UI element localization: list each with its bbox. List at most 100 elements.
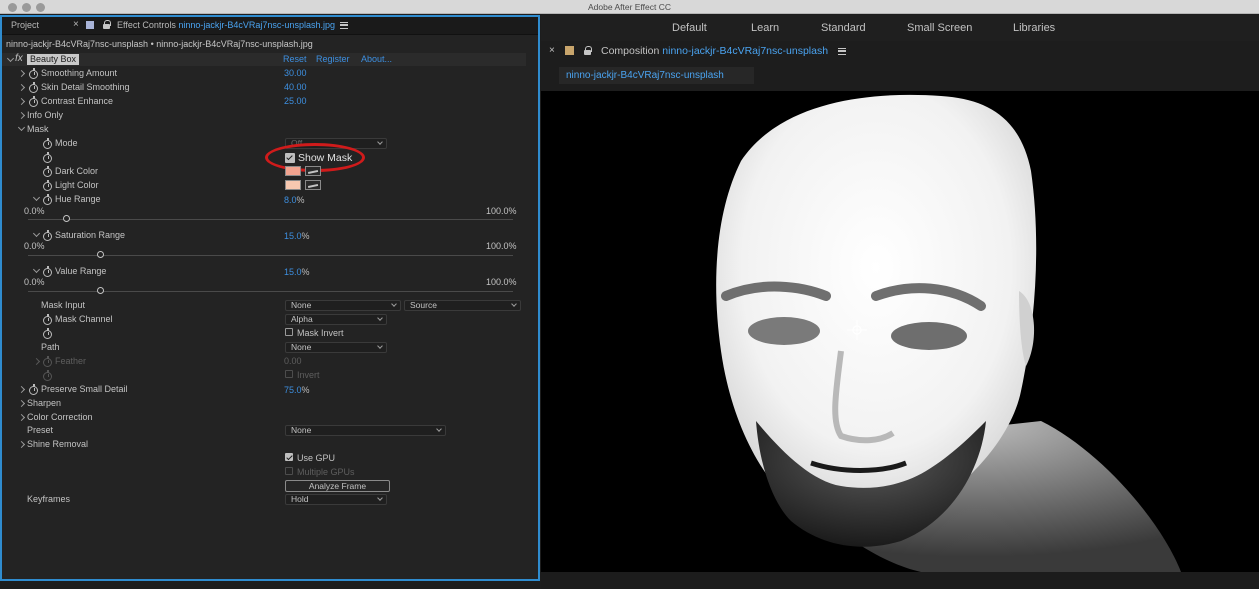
hue-range-max-label: 100.0% bbox=[486, 206, 517, 216]
composition-flow-tab[interactable]: ninno-jackjr-B4cVRaj7nsc-unsplash bbox=[559, 67, 754, 84]
twirl-value-range-icon[interactable] bbox=[33, 268, 41, 276]
hue-range-readout[interactable]: 8.0% bbox=[284, 194, 305, 206]
effect-twirl-chevron-icon[interactable] bbox=[7, 57, 15, 65]
workspace-small-screen[interactable]: Small Screen bbox=[907, 22, 972, 34]
info-only-label[interactable]: Info Only bbox=[27, 110, 63, 120]
dark-color-swatch[interactable] bbox=[285, 166, 301, 176]
stopwatch-icon[interactable] bbox=[43, 266, 52, 277]
hue-range-label: Hue Range bbox=[55, 194, 101, 204]
preserve-small-detail-readout[interactable]: 75.0% bbox=[284, 384, 310, 396]
twirl-color-correction-icon[interactable] bbox=[18, 414, 26, 422]
composition-viewer[interactable] bbox=[541, 91, 1259, 572]
hue-range-slider-knob[interactable] bbox=[62, 215, 70, 222]
twirl-smoothing-amount-icon[interactable] bbox=[18, 70, 26, 78]
stopwatch-icon[interactable] bbox=[43, 152, 52, 163]
stopwatch-icon[interactable] bbox=[29, 68, 38, 79]
workspace-learn[interactable]: Learn bbox=[751, 22, 779, 34]
chevron-down-icon bbox=[377, 139, 383, 145]
fx-icon[interactable]: fx bbox=[15, 53, 23, 64]
value-range-value: 15.0 bbox=[284, 267, 302, 277]
mask-invert-checkbox[interactable] bbox=[285, 328, 293, 336]
mask-channel-label: Mask Channel bbox=[55, 314, 113, 324]
mask-input-label: Mask Input bbox=[41, 300, 86, 310]
preset-dropdown[interactable]: None bbox=[285, 425, 446, 436]
saturation-range-slider-knob[interactable] bbox=[96, 251, 104, 258]
feather-value: 0.00 bbox=[284, 356, 302, 366]
effect-controls-panel: Project × Effect Controls ninno-jackjr-B… bbox=[0, 15, 540, 581]
analyze-frame-button[interactable]: Analyze Frame bbox=[285, 480, 390, 492]
value-range-readout[interactable]: 15.0% bbox=[284, 266, 310, 278]
hue-range-slider-track[interactable] bbox=[28, 219, 513, 220]
close-composition-tab-icon[interactable]: × bbox=[549, 45, 555, 56]
register-link[interactable]: Register bbox=[316, 54, 350, 64]
twirl-saturation-range-icon[interactable] bbox=[33, 232, 41, 240]
preserve-small-detail-label: Preserve Small Detail bbox=[41, 384, 128, 394]
twirl-preserve-icon[interactable] bbox=[18, 386, 26, 394]
value-range-slider-knob[interactable] bbox=[96, 287, 104, 294]
light-color-swatch[interactable] bbox=[285, 180, 301, 190]
stopwatch-icon[interactable] bbox=[29, 384, 38, 395]
lock-icon[interactable] bbox=[103, 20, 111, 29]
about-link[interactable]: About... bbox=[361, 54, 392, 64]
twirl-hue-range-icon[interactable] bbox=[33, 196, 41, 204]
use-gpu-label[interactable]: Use GPU bbox=[297, 453, 335, 463]
chevron-down-icon bbox=[391, 301, 397, 307]
saturation-range-readout[interactable]: 15.0% bbox=[284, 230, 310, 242]
close-project-tab-icon[interactable]: × bbox=[73, 19, 79, 30]
twirl-info-only-icon[interactable] bbox=[18, 112, 26, 120]
twirl-mask-icon[interactable] bbox=[18, 126, 26, 134]
stopwatch-icon[interactable] bbox=[43, 138, 52, 149]
path-dropdown[interactable]: None bbox=[285, 342, 387, 353]
eyedropper-icon[interactable] bbox=[305, 180, 321, 190]
eyedropper-icon[interactable] bbox=[305, 166, 321, 176]
contrast-enhance-value[interactable]: 25.00 bbox=[284, 96, 307, 106]
mask-source-value: Source bbox=[410, 300, 437, 310]
feather-label: Feather bbox=[55, 356, 87, 366]
shine-removal-label[interactable]: Shine Removal bbox=[27, 439, 88, 449]
stopwatch-icon[interactable] bbox=[29, 82, 38, 93]
composition-title[interactable]: Composition ninno-jackjr-B4cVRaj7nsc-uns… bbox=[601, 45, 828, 57]
stopwatch-icon[interactable] bbox=[43, 230, 52, 241]
smoothing-amount-value[interactable]: 30.00 bbox=[284, 68, 307, 78]
stopwatch-icon[interactable] bbox=[43, 314, 52, 325]
stopwatch-icon[interactable] bbox=[43, 194, 52, 205]
tab-effect-controls[interactable]: Effect Controls ninno-jackjr-B4cVRaj7nsc… bbox=[117, 20, 335, 30]
twirl-contrast-icon[interactable] bbox=[18, 98, 26, 106]
workspace-standard[interactable]: Standard bbox=[821, 22, 866, 34]
mask-channel-dropdown[interactable]: Alpha bbox=[285, 314, 387, 325]
composition-menu-icon[interactable] bbox=[838, 48, 846, 55]
use-gpu-checkbox[interactable] bbox=[285, 453, 293, 461]
keyframes-dropdown[interactable]: Hold bbox=[285, 494, 387, 505]
twirl-sharpen-icon[interactable] bbox=[18, 400, 26, 408]
stopwatch-icon[interactable] bbox=[43, 166, 52, 177]
panel-color-swatch-icon bbox=[86, 21, 94, 29]
workspace-default[interactable]: Default bbox=[672, 22, 707, 34]
color-correction-label[interactable]: Color Correction bbox=[27, 412, 93, 422]
stopwatch-icon[interactable] bbox=[43, 180, 52, 191]
mask-input-dropdown[interactable]: None bbox=[285, 300, 401, 311]
workspace-bar: Default Learn Standard Small Screen Libr… bbox=[541, 15, 1259, 41]
mask-invert-label[interactable]: Mask Invert bbox=[297, 328, 344, 338]
effect-name[interactable]: Beauty Box bbox=[27, 54, 80, 65]
skin-detail-value[interactable]: 40.00 bbox=[284, 82, 307, 92]
reset-link[interactable]: Reset bbox=[283, 54, 307, 64]
show-mask-label[interactable]: Show Mask bbox=[298, 152, 352, 164]
stopwatch-icon[interactable] bbox=[43, 328, 52, 339]
tab-effect-controls-label: Effect Controls bbox=[117, 20, 176, 30]
twirl-skin-detail-icon[interactable] bbox=[18, 84, 26, 92]
show-mask-checkbox[interactable] bbox=[285, 153, 295, 163]
stopwatch-icon[interactable] bbox=[29, 96, 38, 107]
value-range-max-label: 100.0% bbox=[486, 277, 517, 287]
mask-source-dropdown[interactable]: Source bbox=[404, 300, 521, 311]
workspace-libraries[interactable]: Libraries bbox=[1013, 22, 1055, 34]
multiple-gpus-checkbox bbox=[285, 467, 293, 475]
lock-icon[interactable] bbox=[584, 46, 592, 55]
panel-menu-icon[interactable] bbox=[340, 22, 348, 29]
twirl-shine-removal-icon[interactable] bbox=[18, 441, 26, 449]
tab-project[interactable]: Project bbox=[11, 20, 39, 30]
light-color-label: Light Color bbox=[55, 180, 99, 190]
sharpen-label[interactable]: Sharpen bbox=[27, 398, 61, 408]
saturation-range-value: 15.0 bbox=[284, 231, 302, 241]
chevron-down-icon bbox=[377, 315, 383, 321]
mask-group-label[interactable]: Mask bbox=[27, 124, 49, 134]
